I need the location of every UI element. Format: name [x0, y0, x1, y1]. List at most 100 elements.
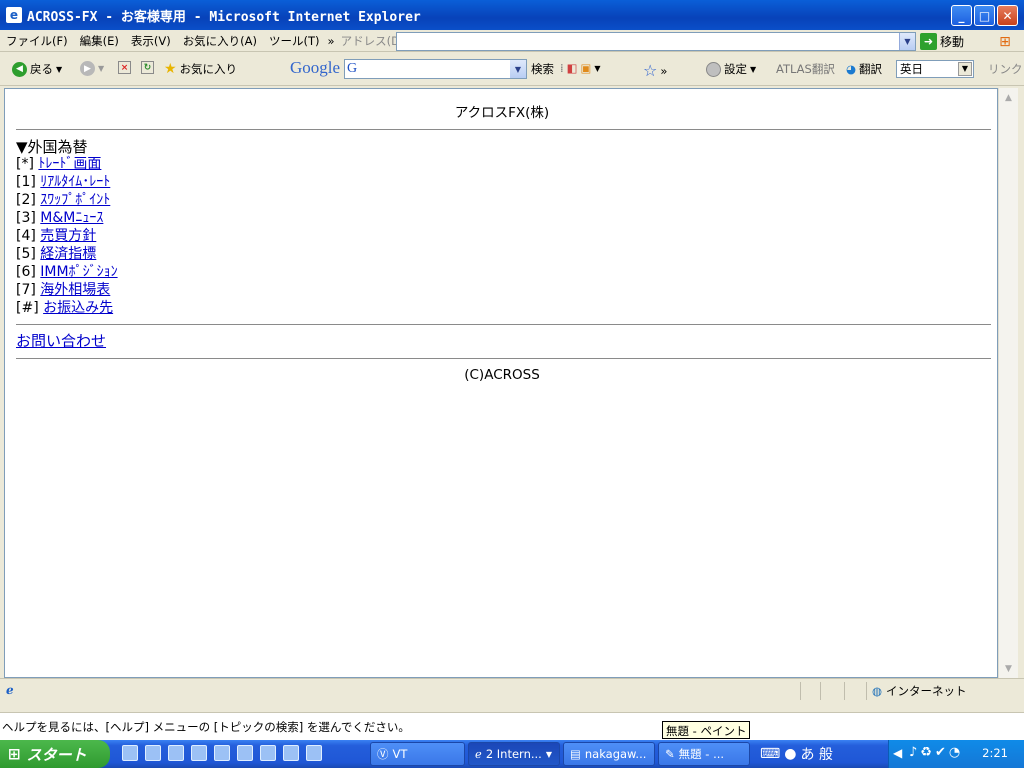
link-swap-point[interactable]: ｽﾜｯﾌﾟﾎﾟｲﾝﾄ	[40, 192, 110, 208]
back-arrow-icon: ◀	[12, 61, 27, 77]
link-contact[interactable]: お問い合わせ	[16, 330, 106, 351]
translate-button[interactable]: ◕ 翻訳	[846, 61, 882, 77]
minimize-button[interactable]: _	[951, 5, 972, 26]
link-trade-screen[interactable]: ﾄﾚｰﾄﾞ画面	[38, 156, 101, 172]
settings-button[interactable]: 設定 ▼	[706, 61, 756, 77]
tools-dropdown-icon[interactable]: ▼	[594, 64, 600, 73]
close-button[interactable]: ✕	[997, 5, 1018, 26]
menu-row-policy: [4] 売買方針	[16, 227, 96, 245]
task-label: nakagaw...	[584, 747, 647, 761]
star-icon: ★	[164, 61, 177, 77]
forward-dropdown-icon[interactable]: ▼	[98, 64, 104, 73]
scroll-up-icon[interactable]: ▲	[1001, 90, 1016, 105]
translate-icon: ◕	[846, 62, 857, 76]
link-realtime-rate[interactable]: ﾘｱﾙﾀｲﾑ･ﾚｰﾄ	[40, 174, 110, 190]
google-tools[interactable]: ⁞ ◧ ▣ ▼	[560, 61, 601, 75]
link-mm-news[interactable]: M&Mﾆｭｰｽ	[40, 210, 103, 226]
go-arrow-icon: ➜	[920, 33, 937, 50]
refresh-icon: ↻	[141, 61, 154, 74]
google-search-dropdown-icon[interactable]: ▼	[510, 60, 526, 78]
title-bar[interactable]: e ACROSS-FX - お客様専用 - Microsoft Internet…	[0, 0, 1024, 30]
divider	[16, 358, 991, 359]
task-internet-explorer[interactable]: ℯ 2 Intern... ▼	[468, 742, 560, 766]
back-button[interactable]: ◀ 戻る ▼	[12, 61, 62, 77]
forward-button[interactable]: ▶ ▼	[80, 61, 104, 76]
quicklaunch-icon[interactable]	[122, 745, 138, 761]
quicklaunch-icon[interactable]	[283, 745, 299, 761]
language-bar[interactable]: ⌨ ● あ 般	[760, 744, 833, 764]
quicklaunch-icon[interactable]	[260, 745, 276, 761]
maximize-button[interactable]: □	[974, 5, 995, 26]
link-bank-transfer[interactable]: お振込み先	[43, 300, 113, 316]
favorites-button[interactable]: ★ お気に入り	[164, 61, 237, 77]
menu-edit[interactable]: 編集(E)	[74, 33, 125, 49]
help-status-line: ヘルプを見るには、[ヘルプ] メニューの [トピックの検索] を選んでください。	[0, 712, 1024, 740]
go-button[interactable]: ➜ 移動	[920, 32, 964, 51]
google-search-button[interactable]: 検索	[531, 61, 554, 77]
menu-row-imm: [6] IMMﾎﾟｼﾞｼｮﾝ	[16, 263, 118, 281]
task-vt[interactable]: Ⓥ VT	[370, 742, 465, 766]
google-search-label: 検索	[531, 62, 554, 76]
scroll-down-icon[interactable]: ▼	[1001, 661, 1016, 676]
divider	[16, 129, 991, 130]
go-label: 移動	[940, 35, 965, 49]
task-nakagawa[interactable]: ▤ nakagaw...	[563, 742, 655, 766]
bookmark-star-button[interactable]: ☆ »	[643, 61, 667, 80]
quicklaunch-icon[interactable]	[191, 745, 207, 761]
menu-row-overseas: [7] 海外相場表	[16, 281, 110, 299]
refresh-button[interactable]: ↻	[141, 61, 154, 74]
menu-favorites[interactable]: お気に入り(A)	[177, 33, 263, 49]
tray-icons[interactable]: ♪♻✔◔	[909, 745, 963, 760]
quicklaunch-icon[interactable]	[306, 745, 322, 761]
menu-tools[interactable]: ツール(T)	[263, 33, 326, 49]
atlas-button[interactable]: ATLAS翻訳	[776, 61, 835, 77]
tray-expand-icon[interactable]: ◀	[893, 746, 902, 760]
google-search-input[interactable]: G ▼	[344, 59, 527, 79]
menu-key: [6]	[16, 264, 36, 280]
back-dropdown-icon[interactable]: ▼	[56, 65, 62, 74]
vertical-scrollbar[interactable]: ▲ ▼	[998, 88, 1018, 678]
menu-key: [7]	[16, 282, 36, 298]
windows-logo-icon: ⊞	[999, 33, 1011, 50]
menu-file[interactable]: ファイル(F)	[0, 33, 74, 49]
quicklaunch-icon[interactable]	[168, 745, 184, 761]
toolbar-chevron[interactable]: »	[660, 64, 667, 78]
menu-bar: ファイル(F) 編集(E) 表示(V) お気に入り(A) ツール(T) » アド…	[0, 30, 1024, 52]
link-trading-policy[interactable]: 売買方針	[40, 228, 96, 244]
language-select[interactable]: 英日 ▼	[896, 60, 974, 78]
address-input[interactable]: ▼	[396, 32, 916, 51]
stop-button[interactable]: ×	[118, 61, 131, 74]
language-dropdown-icon[interactable]: ▼	[958, 62, 972, 76]
pagerank-icon[interactable]: ◧	[567, 61, 578, 75]
status-cell	[844, 682, 845, 700]
menu-view[interactable]: 表示(V)	[125, 33, 177, 49]
language-value: 英日	[900, 62, 923, 76]
settings-dropdown-icon: ▼	[750, 64, 757, 74]
links-label: リンク	[988, 62, 1023, 76]
task-label: 2 Intern...	[485, 747, 542, 761]
paint-icon: ✎	[665, 747, 675, 761]
links-button[interactable]: リンク	[988, 61, 1023, 77]
menu-key: [4]	[16, 228, 36, 244]
link-overseas-market[interactable]: 海外相場表	[40, 282, 110, 298]
popup-blocker-icon[interactable]: ▣	[581, 61, 592, 75]
menu-chevron[interactable]: »	[326, 34, 337, 48]
address-dropdown-icon[interactable]: ▼	[899, 33, 915, 50]
menu-key: [3]	[16, 210, 36, 226]
menu-row-indicators: [5] 経済指標	[16, 245, 96, 263]
page-icon: ℯ	[6, 683, 14, 697]
menu-row-news: [3] M&Mﾆｭｰｽ	[16, 209, 103, 227]
google-g-icon[interactable]: G	[347, 61, 357, 77]
quicklaunch-icon[interactable]	[237, 745, 253, 761]
task-paint[interactable]: ✎ 無題 - ...	[658, 742, 750, 766]
google-logo: Google	[290, 58, 341, 77]
quicklaunch-icon[interactable]	[214, 745, 230, 761]
keyboard-icon: ⌨	[760, 746, 781, 762]
quicklaunch-ie-icon[interactable]	[145, 745, 161, 761]
task-label: VT	[392, 747, 408, 761]
link-economic-indicators[interactable]: 経済指標	[40, 246, 96, 262]
menu-row-transfer: [#] お振込み先	[16, 299, 113, 317]
link-imm-position[interactable]: IMMﾎﾟｼﾞｼｮﾝ	[40, 264, 117, 280]
stop-icon: ×	[118, 61, 131, 74]
start-button[interactable]: ⊞ スタート	[0, 740, 110, 768]
